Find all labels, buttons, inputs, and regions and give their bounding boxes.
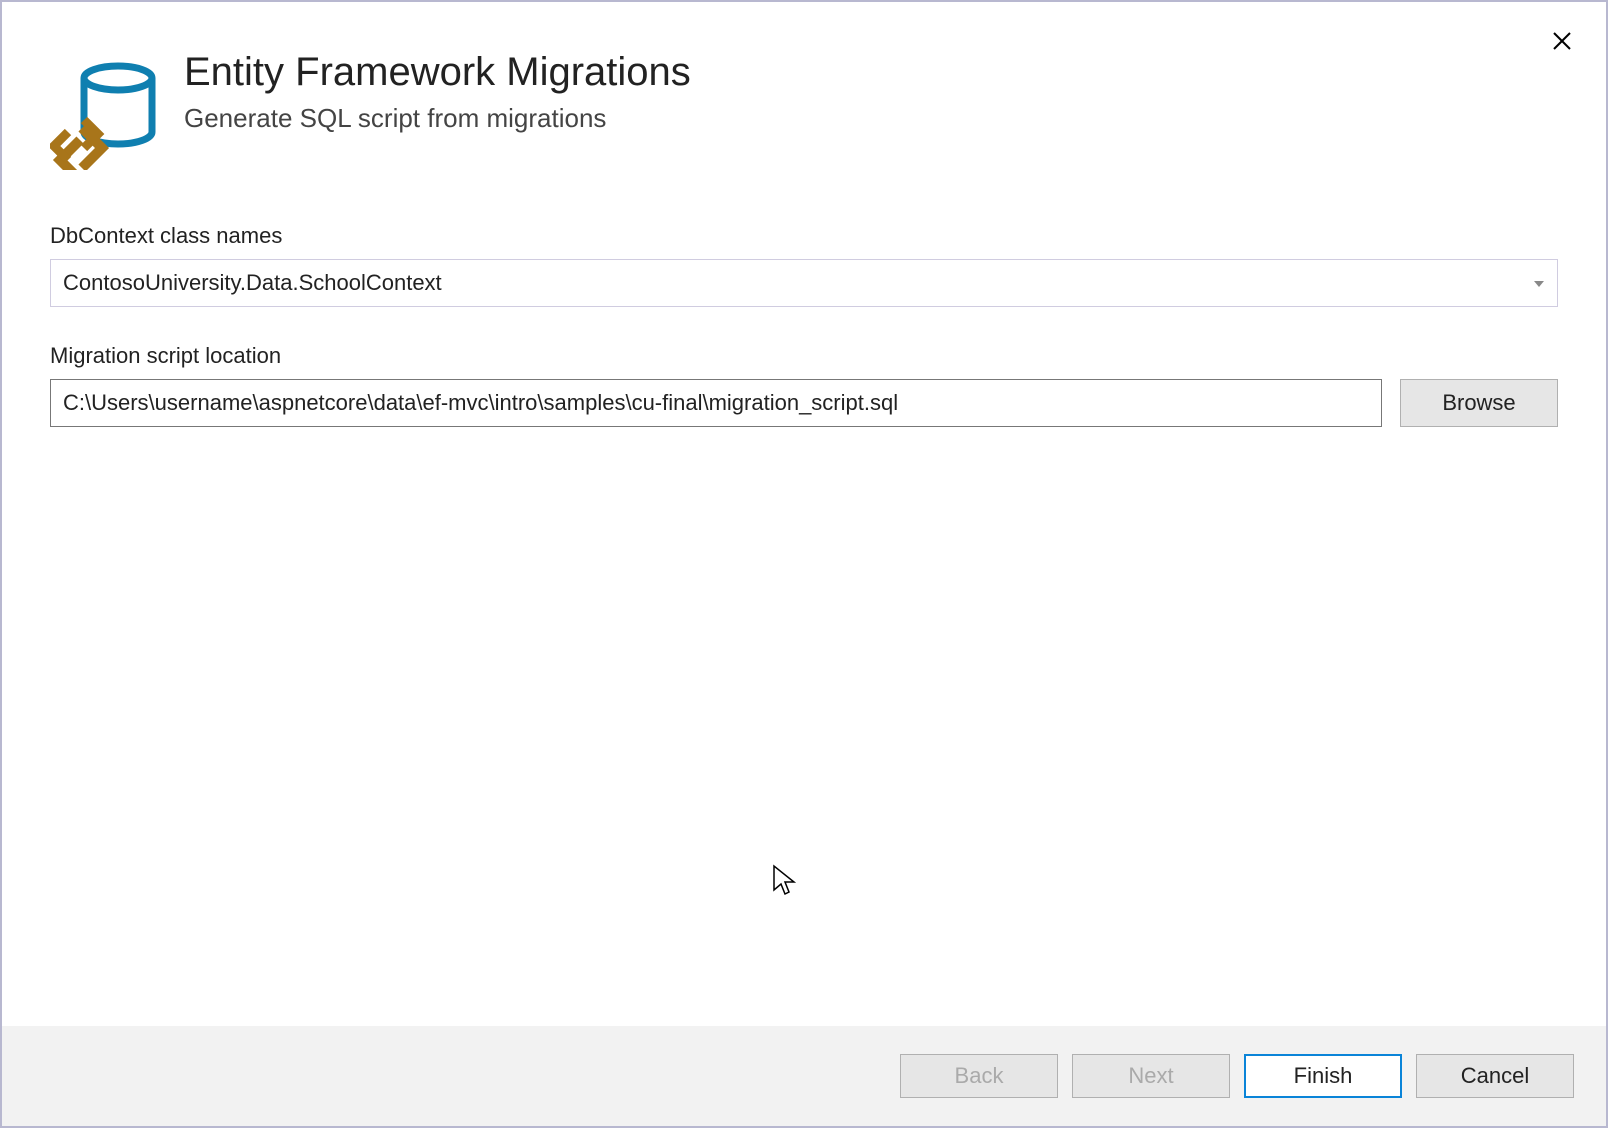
finish-button[interactable]: Finish bbox=[1244, 1054, 1402, 1098]
dbcontext-group: DbContext class names bbox=[50, 223, 1558, 307]
back-button[interactable]: Back bbox=[900, 1054, 1058, 1098]
next-button[interactable]: Next bbox=[1072, 1054, 1230, 1098]
dialog-footer: Back Next Finish Cancel bbox=[2, 1026, 1606, 1126]
location-group: Migration script location Browse bbox=[50, 343, 1558, 427]
title-block: Entity Framework Migrations Generate SQL… bbox=[184, 50, 691, 134]
close-button[interactable] bbox=[1542, 22, 1582, 62]
dialog-title: Entity Framework Migrations bbox=[184, 50, 691, 95]
dialog-window: Entity Framework Migrations Generate SQL… bbox=[0, 0, 1608, 1128]
migrations-icon bbox=[50, 60, 160, 175]
dialog-content: Entity Framework Migrations Generate SQL… bbox=[2, 2, 1606, 1026]
location-row: Browse bbox=[50, 379, 1558, 427]
location-label: Migration script location bbox=[50, 343, 1558, 369]
cancel-button[interactable]: Cancel bbox=[1416, 1054, 1574, 1098]
dbcontext-select[interactable] bbox=[50, 259, 1558, 307]
dbcontext-label: DbContext class names bbox=[50, 223, 1558, 249]
close-icon bbox=[1552, 31, 1572, 51]
browse-button[interactable]: Browse bbox=[1400, 379, 1558, 427]
dialog-header: Entity Framework Migrations Generate SQL… bbox=[50, 50, 1558, 175]
location-input[interactable] bbox=[50, 379, 1382, 427]
dialog-subtitle: Generate SQL script from migrations bbox=[184, 103, 691, 134]
dbcontext-select-wrap bbox=[50, 259, 1558, 307]
